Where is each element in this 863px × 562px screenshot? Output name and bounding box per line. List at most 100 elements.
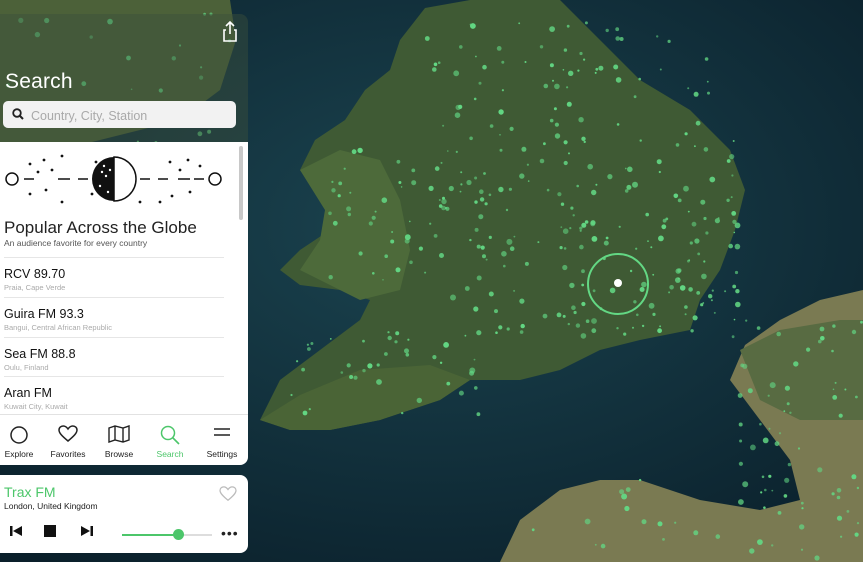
station-dot[interactable]	[645, 212, 649, 217]
station-dot[interactable]	[466, 179, 472, 186]
station-dot[interactable]	[799, 524, 805, 530]
station-dot[interactable]	[627, 166, 633, 173]
station-dot[interactable]	[650, 246, 653, 249]
station-dot[interactable]	[382, 279, 384, 281]
station-dot[interactable]	[579, 51, 583, 56]
station-dot[interactable]	[774, 441, 780, 447]
station-dot[interactable]	[474, 200, 478, 204]
station-dot[interactable]	[554, 133, 561, 139]
station-dot[interactable]	[732, 140, 735, 142]
station-dot[interactable]	[594, 71, 597, 74]
station-dot[interactable]	[581, 222, 587, 228]
station-dot[interactable]	[479, 197, 485, 202]
station-dot[interactable]	[460, 171, 463, 174]
station-dot[interactable]	[742, 481, 749, 488]
station-dot[interactable]	[633, 95, 637, 99]
station-dot[interactable]	[368, 221, 373, 226]
station-dot[interactable]	[346, 363, 351, 368]
station-dot[interactable]	[832, 388, 835, 391]
station-dot[interactable]	[469, 23, 472, 26]
station-dot[interactable]	[639, 287, 645, 292]
station-dot[interactable]	[442, 124, 445, 127]
station-dot[interactable]	[838, 413, 843, 418]
station-dot[interactable]	[836, 488, 842, 493]
station-dot[interactable]	[777, 511, 782, 515]
station-dot[interactable]	[677, 198, 682, 203]
station-dot[interactable]	[554, 122, 560, 127]
station-dot[interactable]	[786, 402, 790, 406]
station-dot[interactable]	[331, 188, 336, 193]
station-dot[interactable]	[296, 360, 299, 363]
station-dot[interactable]	[846, 510, 850, 513]
next-icon[interactable]	[80, 524, 94, 538]
station-dot[interactable]	[524, 61, 527, 63]
station-dot[interactable]	[329, 338, 332, 340]
station-dot[interactable]	[498, 325, 503, 330]
station-dot[interactable]	[684, 132, 688, 136]
station-dot[interactable]	[856, 486, 860, 490]
station-dot[interactable]	[633, 300, 637, 304]
station-dot[interactable]	[405, 353, 410, 357]
station-dot[interactable]	[346, 206, 352, 212]
station-dot[interactable]	[458, 104, 463, 109]
station-dot[interactable]	[667, 39, 671, 44]
station-dot[interactable]	[632, 181, 638, 188]
station-dot[interactable]	[737, 393, 743, 398]
station-dot[interactable]	[479, 189, 484, 194]
station-dot[interactable]	[732, 219, 737, 224]
station-dot[interactable]	[455, 150, 458, 153]
station-dot[interactable]	[662, 218, 667, 223]
station-dot[interactable]	[563, 140, 568, 145]
station-dot[interactable]	[394, 340, 398, 344]
station-dot[interactable]	[832, 324, 836, 328]
station-dot[interactable]	[591, 189, 597, 196]
station-dot[interactable]	[396, 159, 401, 164]
station-dot[interactable]	[615, 27, 620, 32]
station-dot[interactable]	[301, 367, 305, 372]
station-dot[interactable]	[331, 180, 334, 183]
station-dot[interactable]	[738, 461, 744, 466]
station-dot[interactable]	[568, 152, 570, 155]
station-dot[interactable]	[639, 139, 642, 142]
station-dot[interactable]	[474, 386, 478, 390]
station-dot[interactable]	[769, 382, 776, 389]
station-dot[interactable]	[476, 275, 482, 281]
station-dot[interactable]	[583, 140, 586, 144]
station-dot[interactable]	[693, 91, 699, 97]
station-dot[interactable]	[476, 330, 482, 336]
station-dot[interactable]	[615, 77, 622, 83]
station-dot[interactable]	[624, 167, 627, 170]
station-dot[interactable]	[521, 146, 527, 152]
station-dot[interactable]	[595, 183, 598, 186]
station-dot[interactable]	[836, 515, 843, 521]
station-dot[interactable]	[484, 202, 488, 206]
station-dot[interactable]	[854, 532, 859, 537]
station-dot[interactable]	[506, 238, 513, 245]
station-dot[interactable]	[856, 522, 860, 525]
station-dot[interactable]	[708, 294, 713, 299]
station-dot[interactable]	[505, 208, 509, 212]
station-dot[interactable]	[557, 192, 562, 197]
station-dot[interactable]	[707, 91, 710, 95]
station-dot[interactable]	[703, 216, 707, 221]
favorite-heart-icon[interactable]	[219, 486, 237, 502]
station-dot[interactable]	[656, 35, 659, 38]
station-dot[interactable]	[439, 361, 443, 364]
station-dot[interactable]	[475, 55, 477, 58]
more-options-icon[interactable]: •••	[221, 525, 239, 541]
station-dot[interactable]	[411, 180, 417, 186]
station-dot[interactable]	[476, 244, 481, 249]
station-dot[interactable]	[566, 86, 569, 89]
station-dot[interactable]	[501, 251, 507, 257]
station-dot[interactable]	[509, 246, 515, 251]
station-dot[interactable]	[387, 331, 390, 334]
station-dot[interactable]	[446, 381, 451, 386]
station-dot[interactable]	[469, 370, 475, 376]
station-dot[interactable]	[332, 220, 338, 226]
station-dot[interactable]	[450, 294, 456, 301]
station-dot[interactable]	[349, 375, 354, 379]
station-dot[interactable]	[546, 188, 550, 192]
station-dot[interactable]	[357, 147, 363, 154]
station-dot[interactable]	[767, 394, 770, 397]
station-dot[interactable]	[687, 210, 690, 213]
